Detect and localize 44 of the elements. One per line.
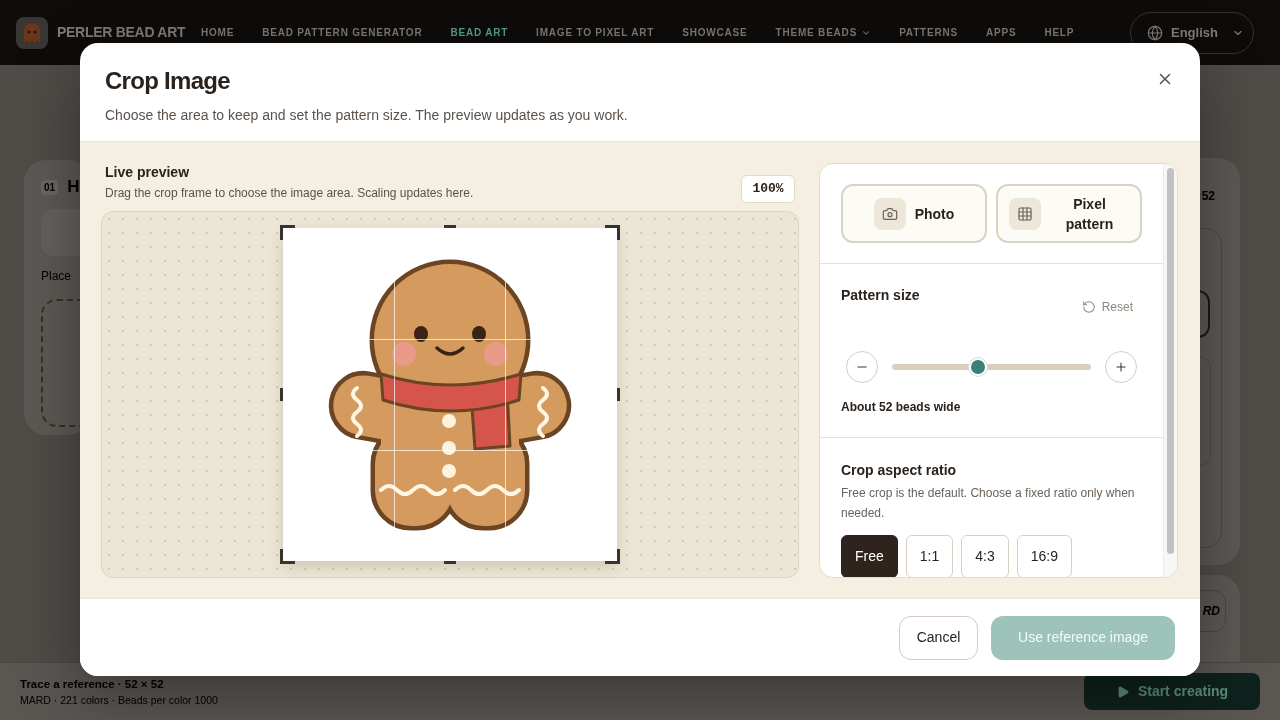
grid-icon — [1009, 197, 1041, 230]
instruction-text: Place — [41, 268, 73, 284]
mode-button[interactable]: Pixel pattern — [996, 184, 1142, 243]
camera-icon — [873, 197, 906, 230]
globe-icon — [1147, 24, 1163, 41]
section-title: Pattern size — [841, 286, 920, 305]
section-title: H — [67, 176, 80, 199]
preview-title: Live preview — [105, 163, 190, 181]
play-icon — [1115, 684, 1130, 699]
nav-link[interactable]: APPS — [985, 25, 1017, 40]
aspect-ratio-option[interactable]: 4:3 — [961, 535, 1009, 577]
section-title: Crop aspect ratio — [841, 461, 957, 480]
nav-link[interactable]: BEAD PATTERN GENERATOR — [262, 25, 423, 40]
slider-thumb[interactable] — [968, 358, 987, 376]
size-value: 52 — [1201, 189, 1215, 203]
dialog-subtitle: Choose the area to keep and set the pattern size. The preview updates as you work. — [105, 106, 628, 125]
aspect-ratio-option[interactable]: 1:1 — [905, 535, 954, 577]
nav-link[interactable]: HELP — [1044, 25, 1075, 40]
plus-icon — [1114, 360, 1128, 374]
reset-button[interactable]: Reset — [1081, 298, 1133, 316]
nav-link[interactable]: BEAD ART — [450, 25, 509, 40]
pattern-size-slider[interactable] — [892, 358, 1091, 376]
summary-title: Trace a reference · 52 × 52 — [20, 676, 165, 692]
section-description: Free crop is the default. Choose a fixed ratio only when needed. — [841, 485, 1136, 522]
brand-name[interactable]: PERLER BEAD ART — [57, 22, 186, 43]
scrollbar-thumb[interactable] — [1167, 168, 1174, 554]
nav-link[interactable]: HOME — [201, 25, 235, 40]
step-number: 01 — [41, 179, 59, 195]
reset-icon — [1081, 300, 1096, 314]
aspect-ratio-option[interactable]: Free — [841, 535, 898, 577]
nav-link[interactable]: IMAGE TO PIXEL ART — [536, 25, 655, 40]
nav-link[interactable]: SHOWCASE — [682, 25, 748, 40]
nav-link[interactable]: PATTERNS — [899, 25, 958, 40]
zoom-level-badge: 100% — [741, 175, 795, 203]
increase-button[interactable] — [1105, 351, 1137, 383]
preview-hint: Drag the crop frame to choose the image area. Scaling updates here. — [105, 185, 474, 201]
start-creating-button[interactable]: Start creating — [1084, 673, 1260, 710]
nav-link[interactable]: THEME BEADS — [775, 25, 872, 40]
aspect-ratio-option[interactable]: 16:9 — [1016, 535, 1072, 577]
summary-details: MARD · 221 colors · Beads per color 1000 — [20, 692, 218, 708]
dialog-title: Crop Image — [105, 66, 230, 96]
mode-button[interactable]: Photo — [841, 184, 987, 243]
bead-width-caption: About 52 beads wide — [841, 399, 961, 415]
cancel-button[interactable]: Cancel — [899, 615, 978, 660]
